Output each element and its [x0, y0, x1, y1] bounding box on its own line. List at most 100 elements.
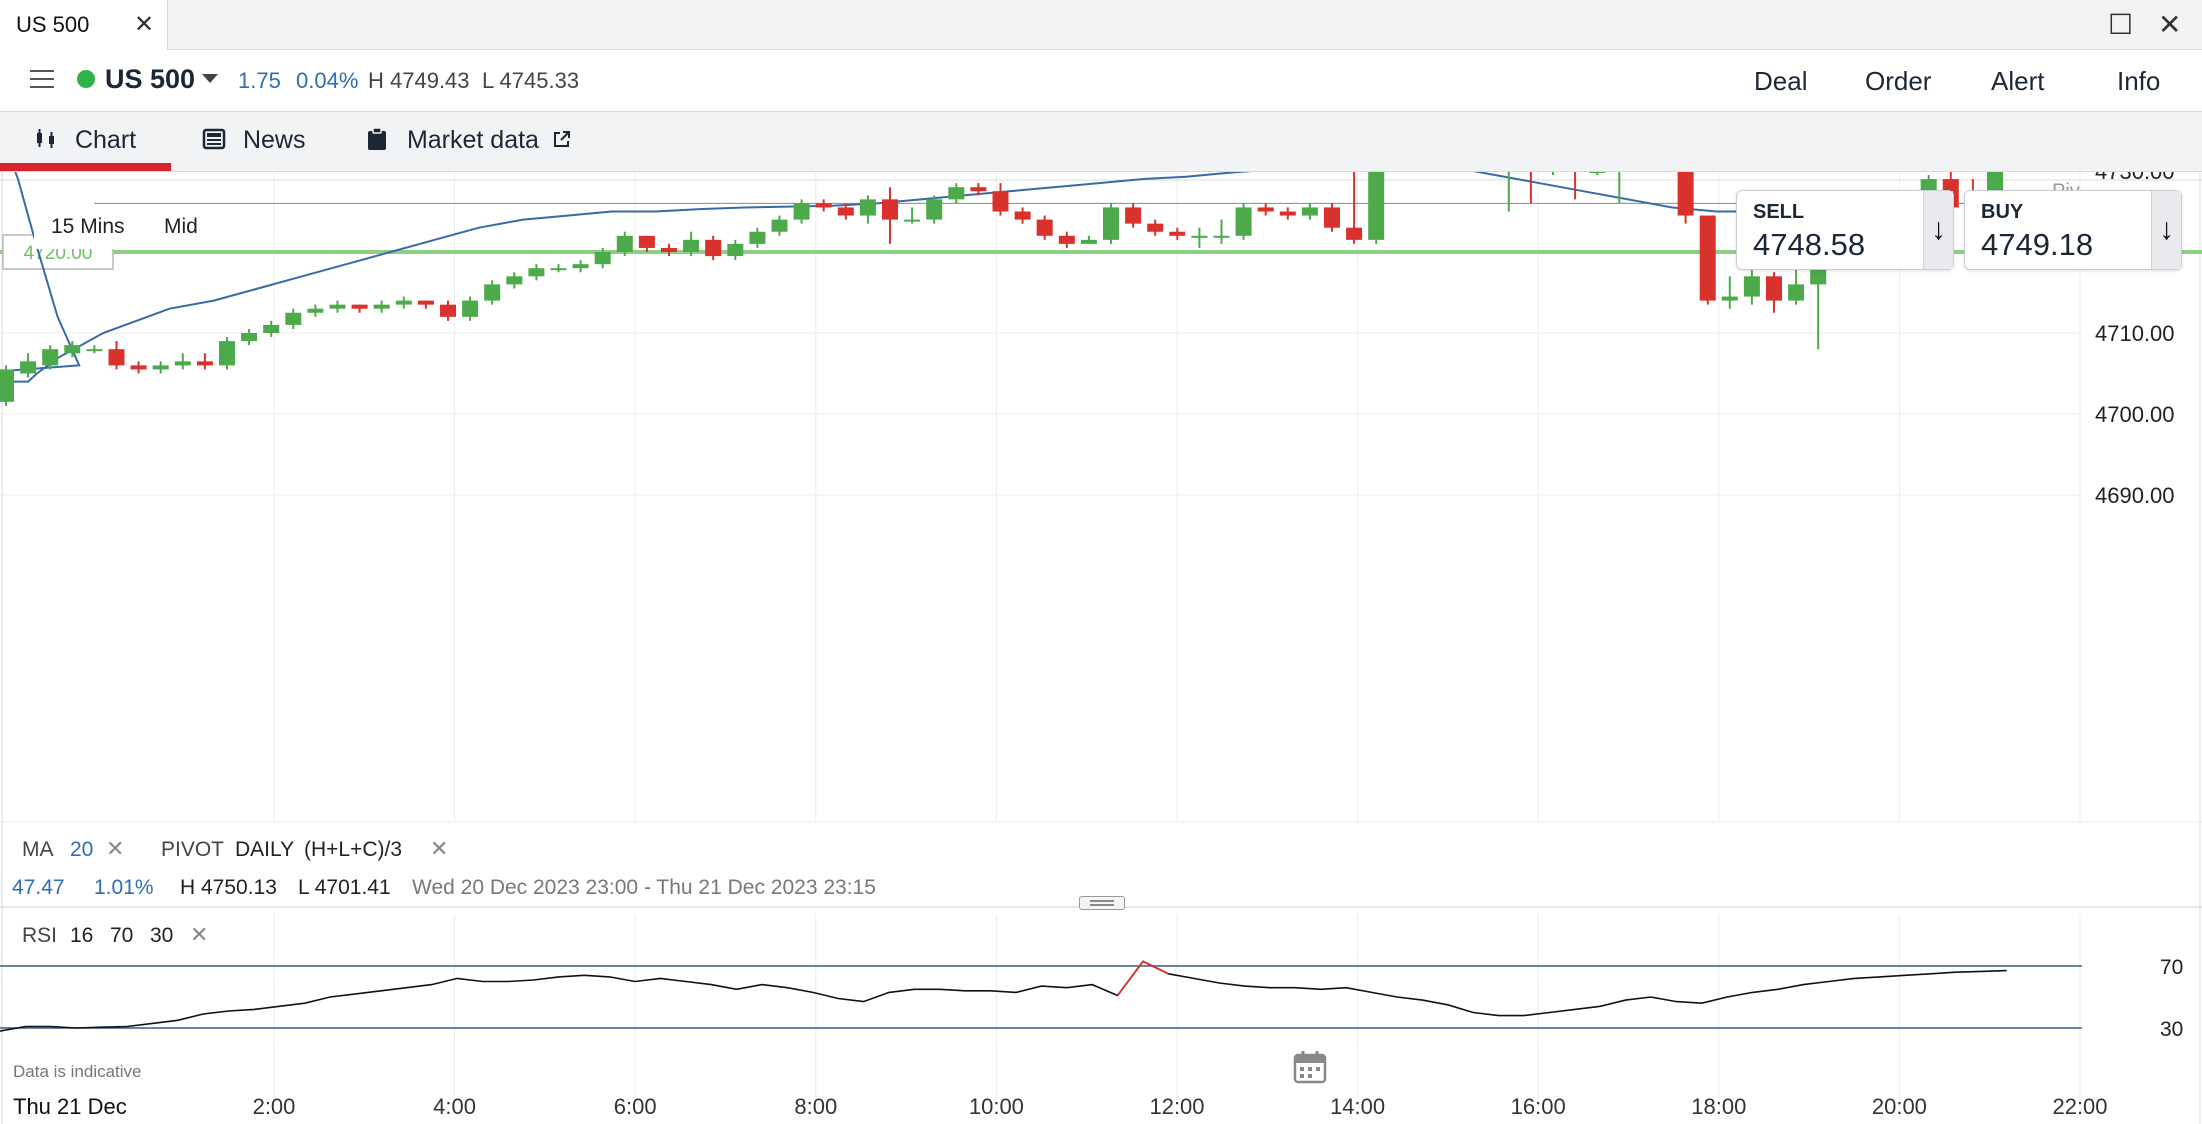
rsi-lower[interactable]: 30 — [150, 924, 173, 948]
sell-label: SELL — [1753, 201, 1805, 223]
candle-body — [1235, 207, 1252, 236]
remove-pivot-icon[interactable]: ✕ — [430, 836, 448, 862]
candle-body — [1589, 172, 1606, 173]
remove-ma-icon[interactable]: ✕ — [106, 836, 124, 862]
candle — [1058, 231, 1075, 248]
active-tab-indicator — [0, 163, 171, 171]
candle — [1147, 219, 1164, 236]
close-window-icon[interactable]: ✕ — [2158, 8, 2181, 41]
candle — [440, 300, 456, 321]
remove-rsi-icon[interactable]: ✕ — [190, 922, 208, 948]
candle — [152, 361, 169, 374]
time-tick-label: 4:00 — [433, 1094, 476, 1119]
candle-body — [440, 304, 456, 317]
candle — [219, 337, 235, 370]
rsi-period[interactable]: 16 — [70, 924, 93, 948]
candle-body — [196, 361, 213, 366]
tab-market-data[interactable]: Market data — [366, 126, 572, 155]
candle-body — [108, 349, 125, 366]
candle-body — [882, 199, 898, 220]
candle-body — [506, 276, 523, 285]
candle-body — [1368, 172, 1385, 240]
candle-body — [329, 304, 346, 309]
window-tab[interactable]: US 500 ✕ — [0, 0, 168, 51]
candle-body — [1301, 207, 1318, 216]
menu-icon[interactable] — [30, 70, 54, 90]
rsi-tick-30: 30 — [2160, 1018, 2183, 1041]
candle — [771, 215, 788, 236]
candle — [1169, 227, 1186, 240]
instrument-bar: US 500 1.75 0.04% H 4749.43 L 4745.33 De… — [0, 50, 2202, 112]
info-button[interactable]: Info — [2117, 66, 2160, 97]
candle-body — [683, 239, 700, 252]
candle-body — [837, 207, 854, 216]
candle-body — [395, 300, 412, 305]
instrument-name[interactable]: US 500 — [105, 64, 195, 95]
candle-body — [1169, 231, 1186, 236]
rsi-upper[interactable]: 70 — [110, 924, 133, 948]
deal-button[interactable]: Deal — [1754, 66, 1807, 97]
candle-body — [351, 304, 368, 309]
time-tick-label: 8:00 — [794, 1094, 837, 1119]
candle — [1721, 276, 1738, 309]
candle — [749, 227, 766, 248]
candle-body — [1766, 276, 1782, 301]
rsi-panel: 70 30 — [0, 956, 2183, 1041]
range-dates: Wed 20 Dec 2023 23:00 - Thu 21 Dec 2023 … — [412, 876, 876, 899]
price-chart[interactable]: 4742.004720.00Piv 4690.004700.004710.004… — [0, 172, 2202, 1124]
pivot-type[interactable]: DAILY — [235, 838, 294, 862]
arrow-down-icon: ↓ — [2151, 191, 2181, 269]
maximize-icon[interactable]: ☐ — [2108, 8, 2133, 41]
close-tab-icon[interactable]: ✕ — [134, 10, 154, 39]
candle-body — [1213, 235, 1230, 238]
time-tick-label: 6:00 — [614, 1094, 657, 1119]
nav-tabs: Chart News Market data — [0, 112, 2202, 172]
candle — [241, 328, 258, 346]
candle — [1699, 215, 1716, 305]
sell-button[interactable]: SELL 4748.58 ↓ — [1736, 190, 1954, 270]
alert-button[interactable]: Alert — [1991, 66, 2044, 97]
candle — [395, 296, 412, 309]
candle-body — [859, 199, 876, 216]
candle — [904, 207, 921, 224]
tab-chart[interactable]: Chart — [34, 126, 136, 155]
interval-selector[interactable]: 15 Mins — [51, 215, 125, 239]
chevron-down-icon[interactable] — [202, 74, 218, 83]
candle-body — [594, 252, 611, 265]
candle-body — [815, 203, 832, 208]
candle — [196, 353, 213, 370]
candle — [1346, 172, 1363, 244]
ma-period[interactable]: 20 — [70, 838, 93, 862]
pivot-formula[interactable]: (H+L+C)/3 — [304, 838, 402, 862]
order-button[interactable]: Order — [1865, 66, 1931, 97]
buy-button[interactable]: BUY 4749.18 ↓ — [1964, 190, 2182, 270]
candle — [417, 300, 434, 309]
tab-title: US 500 — [16, 12, 90, 37]
candle — [64, 341, 81, 358]
candle-body — [616, 235, 633, 252]
candle-body — [727, 243, 744, 257]
day-high: H 4749.43 — [368, 68, 470, 93]
tab-news[interactable]: News — [202, 126, 305, 155]
ma-label: MA — [22, 838, 54, 861]
candle — [882, 187, 898, 244]
candle-body — [1103, 207, 1119, 240]
candle — [86, 345, 103, 354]
pivot-label: PIVOT — [161, 838, 225, 861]
candle-body — [1257, 207, 1274, 212]
calendar-icon[interactable] — [1293, 1050, 1327, 1084]
arrow-down-icon: ↓ — [1923, 191, 1953, 269]
time-tick-label: 22:00 — [2052, 1094, 2107, 1119]
candle-body — [705, 239, 722, 257]
candle — [20, 353, 37, 378]
clipboard-icon — [368, 127, 386, 150]
pane-resize-handle[interactable] — [1079, 896, 1125, 910]
chart-area[interactable]: 4742.004720.00Piv 4690.004700.004710.004… — [0, 172, 2202, 1124]
candle-body — [1147, 223, 1164, 232]
price-type-selector[interactable]: Mid — [164, 215, 198, 239]
candle-body — [926, 199, 943, 220]
candle-body — [749, 231, 766, 244]
sell-price: 4748.58 — [1753, 227, 1866, 262]
external-link-icon[interactable] — [552, 129, 572, 149]
price-tick-label: 4730.00 — [2095, 172, 2175, 184]
